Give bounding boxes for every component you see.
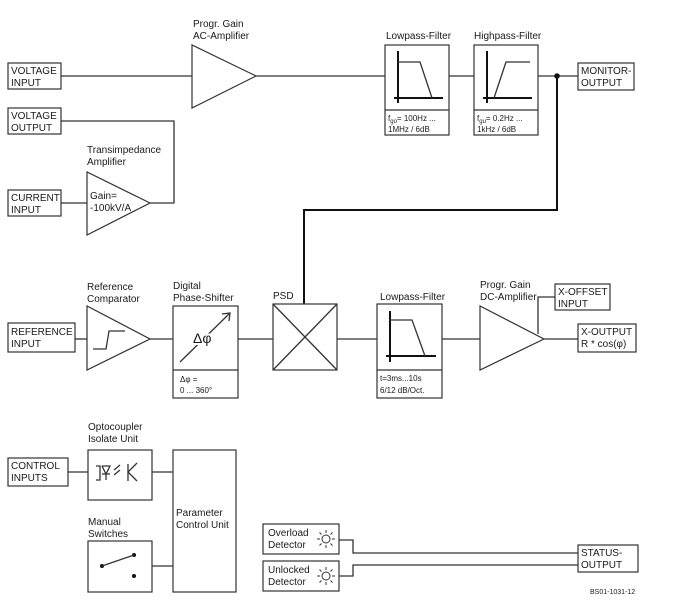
svg-text:Control Unit: Control Unit — [176, 520, 229, 531]
figure-code: BS01-1031-12 — [590, 589, 635, 596]
svg-text:Reference: Reference — [87, 282, 134, 293]
svg-text:INPUT: INPUT — [558, 299, 588, 310]
svg-text:-100kV/A: -100kV/A — [90, 203, 131, 214]
svg-text:Comparator: Comparator — [87, 294, 140, 305]
status-output-box: STATUS- OUTPUT — [577, 544, 639, 573]
svg-text:VOLTAGE: VOLTAGE — [11, 111, 57, 122]
x-offset-input-box: X-OFFSET INPUT — [554, 283, 611, 311]
svg-text:1MHz / 6dB: 1MHz / 6dB — [388, 125, 430, 134]
svg-text:REFERENCE: REFERENCE — [11, 327, 73, 338]
svg-text:Isolate Unit: Isolate Unit — [88, 434, 138, 445]
svg-text:INPUT: INPUT — [11, 205, 41, 216]
svg-text:CURRENT: CURRENT — [11, 193, 60, 204]
svg-text:Digital: Digital — [173, 281, 201, 292]
svg-text:Detector: Detector — [268, 577, 306, 588]
svg-text:Switches: Switches — [88, 529, 128, 540]
svg-text:Optocoupler: Optocoupler — [88, 422, 143, 433]
svg-text:Gain=: Gain= — [90, 191, 117, 202]
control-inputs-box: CONTROL INPUTS — [7, 457, 69, 487]
transimpedance-amplifier: Transimpedance Amplifier Gain= -100kV/A — [86, 145, 162, 236]
svg-text:0 ... 360°: 0 ... 360° — [180, 386, 212, 395]
svg-text:DC-Amplifier: DC-Amplifier — [480, 292, 537, 303]
svg-text:OUTPUT: OUTPUT — [581, 78, 622, 89]
svg-text:PSD: PSD — [273, 291, 294, 302]
svg-text:R * cos(φ): R * cos(φ) — [581, 339, 626, 350]
svg-text:OUTPUT: OUTPUT — [581, 560, 622, 571]
svg-text:Detector: Detector — [268, 540, 306, 551]
svg-text:INPUT: INPUT — [11, 78, 41, 89]
svg-text:X-OUTPUT: X-OUTPUT — [581, 327, 632, 338]
svg-text:X-OFFSET: X-OFFSET — [558, 287, 607, 298]
svg-text:Manual: Manual — [88, 517, 121, 528]
reference-comparator: Reference Comparator — [86, 282, 152, 371]
svg-text:INPUTS: INPUTS — [11, 473, 48, 484]
block-diagram: VOLTAGE INPUT VOLTAGE OUTPUT CURRENT INP… — [7, 19, 639, 596]
svg-text:Δφ: Δφ — [193, 330, 211, 346]
optocoupler-unit: Optocoupler Isolate Unit — [87, 422, 153, 501]
svg-text:Overload: Overload — [268, 528, 309, 539]
svg-text:Unlocked: Unlocked — [268, 565, 310, 576]
ac-amplifier: Progr. Gain AC-Amplifier — [191, 19, 258, 109]
current-input-box: CURRENT INPUT — [7, 189, 62, 217]
svg-text:AC-Amplifier: AC-Amplifier — [193, 31, 250, 42]
svg-text:Highpass-Filter: Highpass-Filter — [474, 31, 542, 42]
svg-text:Transimpedance: Transimpedance — [87, 145, 162, 156]
svg-text:Progr. Gain: Progr. Gain — [193, 19, 244, 30]
voltage-input-box: VOLTAGE INPUT — [7, 62, 62, 90]
svg-text:VOLTAGE: VOLTAGE — [11, 66, 57, 77]
svg-text:Phase-Shifter: Phase-Shifter — [173, 293, 234, 304]
svg-text:Parameter: Parameter — [176, 508, 223, 519]
svg-text:MONITOR-: MONITOR- — [581, 66, 631, 77]
svg-text:CONTROL: CONTROL — [11, 461, 60, 472]
svg-text:Δφ =: Δφ = — [180, 375, 198, 384]
svg-text:1kHz / 6dB: 1kHz / 6dB — [477, 125, 516, 134]
overload-detector: Overload Detector — [262, 523, 340, 555]
svg-text:Lowpass-Filter: Lowpass-Filter — [380, 292, 446, 303]
lowpass-filter-bottom: Lowpass-Filter t=3ms...10s 6/12 dB/Oct. — [376, 292, 446, 399]
svg-text:6/12 dB/Oct.: 6/12 dB/Oct. — [380, 386, 424, 395]
svg-text:OUTPUT: OUTPUT — [11, 123, 52, 134]
svg-text:Lowpass-Filter: Lowpass-Filter — [386, 31, 452, 42]
voltage-output-box: VOLTAGE OUTPUT — [7, 107, 62, 135]
svg-text:Progr. Gain: Progr. Gain — [480, 280, 531, 291]
svg-text:Amplifier: Amplifier — [87, 157, 127, 168]
manual-switches: Manual Switches — [87, 517, 153, 593]
lowpass-filter-top: Lowpass-Filter fgo= 100Hz ... 1MHz / 6dB — [384, 31, 452, 136]
dc-amplifier: Progr. Gain DC-Amplifier — [479, 280, 546, 371]
highpass-filter: Highpass-Filter fgu= 0.2Hz ... 1kHz / 6d… — [473, 31, 542, 136]
svg-text:INPUT: INPUT — [11, 339, 41, 350]
parameter-control-unit: Parameter Control Unit — [172, 449, 237, 593]
svg-text:t=3ms...10s: t=3ms...10s — [380, 374, 422, 383]
reference-input-box: REFERENCE INPUT — [7, 322, 76, 353]
monitor-output-box: MONITOR- OUTPUT — [577, 62, 635, 91]
x-output-box: X-OUTPUT R * cos(φ) — [577, 323, 637, 353]
svg-text:STATUS-: STATUS- — [581, 548, 622, 559]
digital-phase-shifter: Digital Phase-Shifter Δφ Δφ Δφ = 0 ... 3… — [172, 281, 239, 399]
unlocked-detector: Unlocked Detector — [262, 560, 340, 592]
